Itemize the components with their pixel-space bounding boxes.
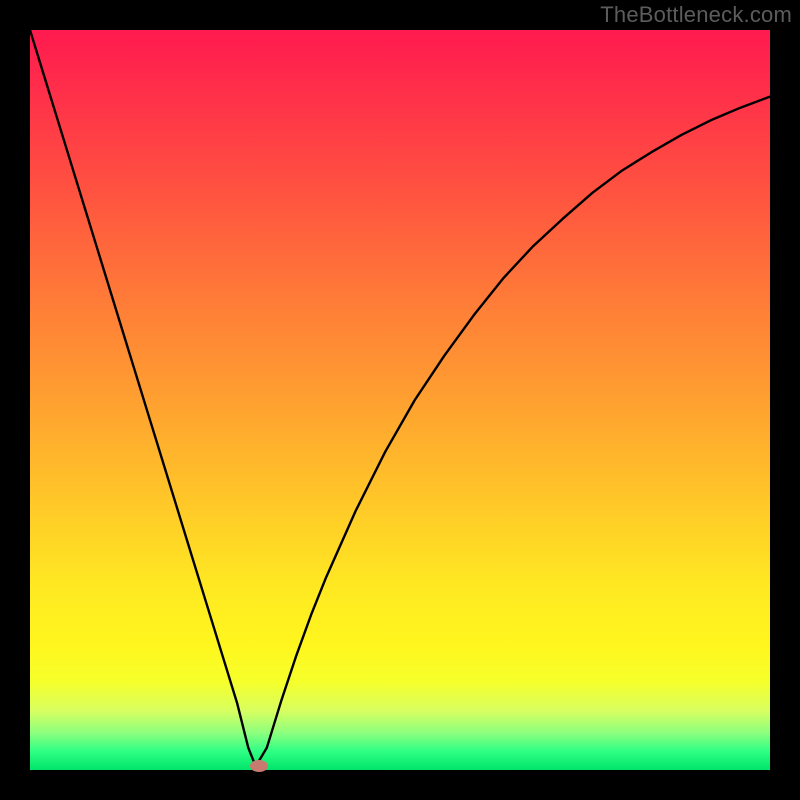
curve-svg	[30, 30, 770, 770]
plot-area	[30, 30, 770, 770]
chart-frame: TheBottleneck.com	[0, 0, 800, 800]
optimum-marker	[250, 760, 268, 772]
bottleneck-curve	[30, 30, 770, 766]
watermark-text: TheBottleneck.com	[600, 2, 792, 28]
